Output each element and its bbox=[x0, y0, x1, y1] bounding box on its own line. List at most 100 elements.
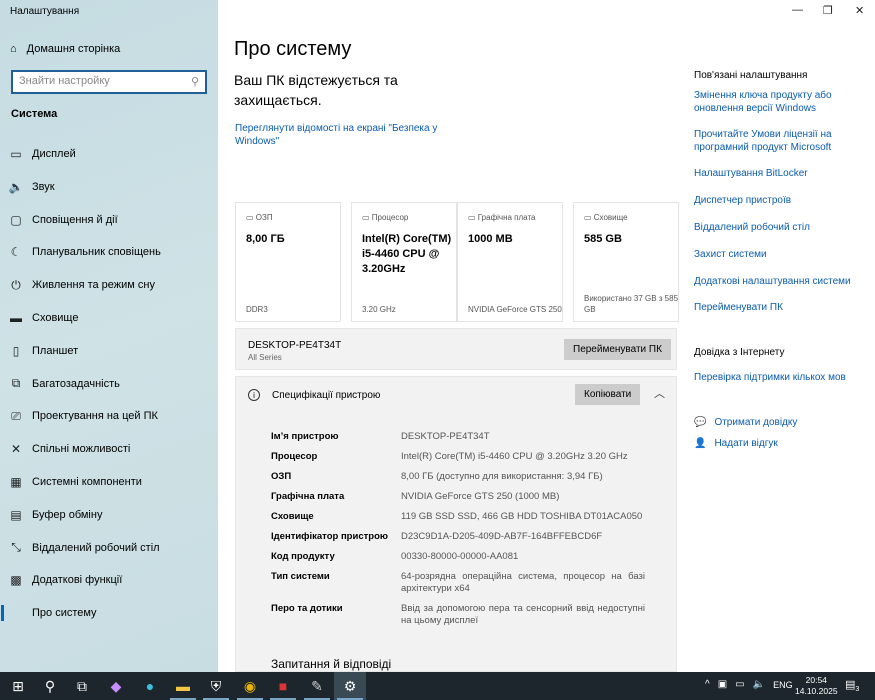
app-title: Налаштування bbox=[10, 6, 80, 17]
related-link[interactable]: Диспетчер пристроїв bbox=[694, 194, 854, 207]
spec-row: Процесор Intel(R) Core(TM) i5-4460 CPU @ … bbox=[271, 451, 671, 463]
chrome-icon[interactable]: ◉ bbox=[234, 672, 266, 700]
spec-value[interactable]: NVIDIA GeForce GTS 250 (1000 MB) bbox=[401, 491, 645, 503]
power-icon: ⏻ bbox=[11, 277, 21, 292]
time: 20:54 bbox=[805, 675, 827, 685]
card-label: ОЗП bbox=[255, 213, 273, 222]
related-link[interactable]: Захист системи bbox=[694, 248, 854, 261]
sidebar-item-label: Планувальник сповіщень bbox=[32, 246, 161, 259]
sidebar-item[interactable]: 🔈 Звук bbox=[0, 172, 218, 202]
sidebar-item[interactable]: ✕ Спільні можливості bbox=[0, 434, 218, 464]
card-icon: ▭ bbox=[362, 213, 372, 222]
spec-value[interactable]: DESKTOP-PE4T34T bbox=[401, 431, 645, 443]
sound-icon: 🔈 bbox=[8, 179, 24, 194]
help-icon: 💬 bbox=[694, 417, 707, 428]
sidebar-item[interactable]: ⎚ Проектування на цей ПК bbox=[0, 401, 218, 431]
device-specs-panel: i Специфікації пристрою Копіювати ︿ Ім’я … bbox=[235, 376, 677, 672]
security-link[interactable]: Переглянути відомості на екрані "Безпека… bbox=[235, 122, 445, 148]
app-icon[interactable]: ■ bbox=[267, 672, 299, 700]
spec-key: Сховище bbox=[271, 511, 314, 522]
related-link[interactable]: Змінення ключа продукту або оновлення ве… bbox=[694, 89, 854, 115]
info-icon: i bbox=[248, 389, 260, 401]
spec-row: Перо та дотики Ввід за допомогою пера та … bbox=[271, 603, 671, 627]
sidebar-item-label: Сховище bbox=[32, 312, 79, 324]
spec-value[interactable]: 00330-80000-00000-AA081 bbox=[401, 551, 645, 563]
card-label: Графічна плата bbox=[477, 213, 536, 222]
related-link[interactable]: Налаштування BitLocker bbox=[694, 167, 854, 180]
spec-card: ▭ Графічна плата 1000 MB NVIDIA GeForce GT… bbox=[457, 202, 563, 322]
volume-icon[interactable]: 🔈 bbox=[753, 679, 765, 690]
chevron-up-tray-icon[interactable]: ^ bbox=[705, 679, 710, 690]
minimize-button[interactable]: — bbox=[792, 4, 803, 16]
sidebar-item[interactable]: ⧉ Багатозадачність bbox=[0, 369, 218, 399]
spec-card: ▭ Процесор Intel(R) Core(TM) i5-4460 CPU … bbox=[351, 202, 457, 322]
copilot-icon[interactable]: ◆ bbox=[100, 672, 132, 700]
main-pane: — ❐ ✕ Про систему Ваш ПК відстежується т… bbox=[218, 0, 875, 672]
sidebar-item[interactable]: ⤡ Віддалений робочий стіл bbox=[0, 533, 218, 563]
start-icon[interactable]: ⊞ bbox=[2, 672, 34, 700]
card-label: Процесор bbox=[371, 213, 409, 222]
related-link[interactable]: Додаткові налаштування системи bbox=[694, 275, 854, 288]
card-sub: 3.20 GHz bbox=[362, 305, 396, 314]
shared-icon: ✕ bbox=[10, 442, 22, 457]
feedback-link[interactable]: 👤 Надати відгук bbox=[694, 437, 875, 450]
clock[interactable]: 20:54 14.10.2025 bbox=[795, 675, 838, 697]
spec-key: Процесор bbox=[271, 451, 318, 462]
sidebar: Налаштування ⌂ Домашня сторінка Знайти на… bbox=[0, 0, 218, 672]
sidebar-home[interactable]: ⌂ Домашня сторінка bbox=[10, 43, 120, 55]
help-link[interactable]: Перевірка підтримки кількох мов bbox=[694, 371, 875, 384]
sidebar-item[interactable]: ▢ Сповіщення й дії bbox=[0, 205, 218, 235]
security-icon[interactable]: ⛨ bbox=[200, 672, 232, 700]
settings-icon[interactable]: ⚙ bbox=[334, 672, 366, 700]
meet-icon[interactable]: ▣ bbox=[718, 679, 727, 690]
sidebar-item-label: Буфер обміну bbox=[32, 508, 103, 521]
get-help-label: Отримати довідку bbox=[714, 417, 798, 428]
related-link[interactable]: Прочитайте Умови ліцензії на програмний … bbox=[694, 128, 854, 154]
clipboard-icon: ▤ bbox=[10, 507, 22, 522]
related-link[interactable]: Віддалений робочий стіл bbox=[694, 221, 854, 234]
sidebar-item[interactable]: Про систему bbox=[0, 598, 218, 628]
get-help-link[interactable]: 💬 Отримати довідку bbox=[694, 416, 875, 429]
spec-key: Код продукту bbox=[271, 551, 335, 562]
sidebar-item[interactable]: ▤ Буфер обміну bbox=[0, 500, 218, 530]
sidebar-item[interactable]: ▭ Дисплей bbox=[0, 139, 218, 169]
copy-button[interactable]: Копіювати bbox=[575, 384, 641, 405]
spec-value[interactable]: D23C9D1A-D205-409D-AB7F-164BFFEBCD6F bbox=[401, 531, 645, 543]
sidebar-item[interactable]: ▩ Додаткові функції bbox=[0, 565, 218, 595]
feedback-label: Надати відгук bbox=[714, 438, 778, 449]
spec-value[interactable]: Ввід за допомогою пера та сенсорний ввід… bbox=[401, 603, 645, 627]
spec-value[interactable]: Intel(R) Core(TM) i5-4460 CPU @ 3.20GHz … bbox=[401, 451, 645, 463]
language-indicator[interactable]: ENG bbox=[773, 680, 793, 690]
card-sub: DDR3 bbox=[246, 305, 268, 314]
paint-icon[interactable]: ✎ bbox=[301, 672, 333, 700]
rename-pc-button[interactable]: Перейменувати ПК bbox=[564, 339, 671, 360]
spec-value[interactable]: 119 GB SSD SSD, 466 GB HDD TOSHIBA DT01A… bbox=[401, 511, 645, 523]
sidebar-item-label: Додаткові функції bbox=[32, 574, 123, 587]
search-input[interactable]: Знайти настройку ⚲ bbox=[11, 70, 207, 94]
multitasking-icon: ⧉ bbox=[11, 376, 21, 391]
chevron-up-icon[interactable]: ︿ bbox=[654, 385, 665, 401]
spec-key: Перо та дотики bbox=[271, 603, 343, 614]
spec-value[interactable]: 64-розрядна операційна система, процесор… bbox=[401, 571, 645, 595]
sidebar-item[interactable]: ⏻ Живлення та режим сну bbox=[0, 270, 218, 300]
sidebar-item-label: Спільні можливості bbox=[32, 443, 131, 456]
sidebar-item-label: Дисплей bbox=[32, 148, 76, 160]
sidebar-item[interactable]: ☾ Планувальник сповіщень bbox=[0, 237, 218, 267]
notifications-icon[interactable]: ▤3 bbox=[845, 678, 859, 693]
close-button[interactable]: ✕ bbox=[855, 4, 864, 17]
network-icon[interactable]: ▭ bbox=[735, 679, 744, 690]
spec-value[interactable]: 8,00 ГБ (доступно для використання: 3,94… bbox=[401, 471, 645, 483]
sidebar-item-label: Проектування на цей ПК bbox=[32, 410, 158, 423]
file-explorer-icon[interactable]: ▬ bbox=[167, 672, 199, 700]
restore-button[interactable]: ❐ bbox=[823, 4, 833, 17]
sidebar-item-label: Живлення та режим сну bbox=[32, 279, 155, 292]
sidebar-item[interactable]: ▬ Сховище bbox=[0, 303, 218, 333]
edge-icon[interactable]: ● bbox=[134, 672, 166, 700]
sidebar-item[interactable]: ▦ Системні компоненти bbox=[0, 467, 218, 497]
feedback-icon: 👤 bbox=[694, 438, 707, 449]
sidebar-item[interactable]: ▯ Планшет bbox=[0, 336, 218, 366]
task-view-icon[interactable]: ⧉ bbox=[66, 672, 98, 700]
related-link[interactable]: Перейменувати ПК bbox=[694, 301, 854, 314]
projecting-icon: ⎚ bbox=[11, 408, 21, 423]
search-taskbar-icon[interactable]: ⚲ bbox=[34, 672, 66, 700]
